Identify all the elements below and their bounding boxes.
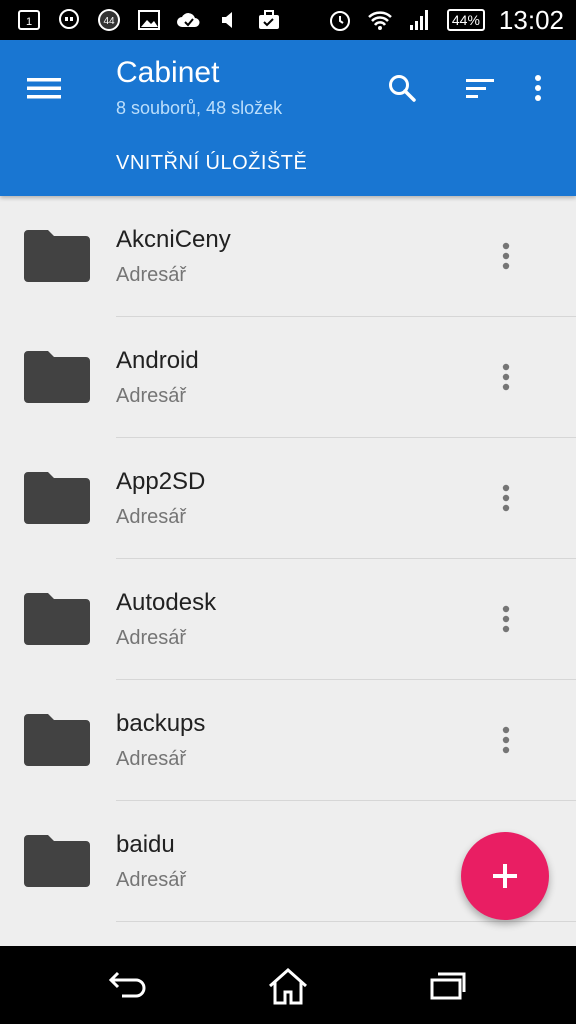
folder-icon [24, 714, 90, 766]
recent-apps-icon [430, 972, 466, 1000]
menu-button[interactable] [20, 64, 68, 112]
alarm-icon [327, 7, 353, 33]
file-name: Android [116, 347, 199, 374]
more-vert-icon [502, 605, 510, 633]
battery-indicator: 44% [446, 9, 485, 31]
counter-badge-icon: 44 [96, 7, 122, 33]
file-name: Autodesk [116, 589, 217, 616]
item-more-button[interactable] [486, 478, 526, 518]
file-type: Adresář [116, 506, 187, 528]
divider [116, 921, 576, 922]
volume-icon [216, 7, 242, 33]
file-list-item[interactable]: AkcniCeny Adresář [0, 196, 576, 317]
search-button[interactable] [378, 64, 426, 112]
sort-button[interactable] [456, 64, 504, 112]
add-button[interactable] [461, 832, 549, 920]
file-name: baidu [116, 831, 175, 858]
sort-icon [466, 79, 494, 98]
clock: 13:02 [498, 4, 564, 35]
hangouts-icon [56, 7, 82, 33]
more-vert-icon [502, 484, 510, 512]
system-nav-bar [0, 946, 576, 1024]
file-list-item[interactable]: backups Adresář [0, 680, 576, 801]
file-list-item[interactable]: Android Adresář [0, 317, 576, 438]
file-name: App2SD [116, 468, 206, 495]
hamburger-menu-icon [27, 78, 61, 99]
folder-icon [24, 351, 90, 403]
back-button[interactable] [104, 962, 152, 1010]
folder-icon [24, 472, 90, 524]
folder-icon [24, 835, 90, 887]
file-type: Adresář [116, 748, 187, 770]
file-type: Adresář [116, 869, 187, 891]
more-vert-icon [502, 363, 510, 391]
folder-summary: 8 souborů, 48 složek [116, 98, 283, 118]
home-icon [269, 967, 307, 1005]
folder-icon [24, 593, 90, 645]
item-more-button[interactable] [486, 720, 526, 760]
item-more-button[interactable] [486, 599, 526, 639]
sim-1-icon: 1 [16, 7, 42, 33]
app-title: Cabinet [116, 56, 220, 89]
app-bar: Cabinet 8 souborů, 48 složek VNITŘNÍ ÚLO… [0, 40, 576, 196]
item-more-button[interactable] [486, 236, 526, 276]
more-vert-icon [502, 726, 510, 754]
overflow-menu-button[interactable] [514, 64, 562, 112]
breadcrumb[interactable]: VNITŘNÍ ÚLOŽIŠTĚ [116, 152, 307, 175]
svg-text:1: 1 [26, 16, 32, 28]
image-icon [136, 7, 162, 33]
file-list: AkcniCeny Adresář Android Adresář App2SD Adre… [0, 196, 576, 922]
more-vert-icon [502, 242, 510, 270]
search-icon [389, 75, 416, 102]
item-more-button[interactable] [486, 357, 526, 397]
file-name: backups [116, 710, 206, 737]
file-type: Adresář [116, 385, 187, 407]
status-bar: 1 44 44% 13:02 [0, 0, 576, 40]
plus-icon [493, 864, 517, 888]
file-list-item[interactable]: Autodesk Adresář [0, 559, 576, 680]
home-button[interactable] [264, 962, 312, 1010]
file-type: Adresář [116, 264, 187, 286]
briefcase-icon [256, 7, 282, 33]
wifi-icon [367, 7, 393, 33]
signal-icon [407, 7, 433, 33]
cloud-check-icon [176, 7, 202, 33]
more-vert-icon [535, 75, 541, 101]
recent-apps-button[interactable] [424, 962, 472, 1010]
file-name: AkcniCeny [116, 226, 231, 253]
file-type: Adresář [116, 627, 187, 649]
file-list-item[interactable]: App2SD Adresář [0, 438, 576, 559]
badge-count: 44 [103, 16, 115, 27]
folder-icon [24, 230, 90, 282]
back-icon [108, 971, 146, 998]
